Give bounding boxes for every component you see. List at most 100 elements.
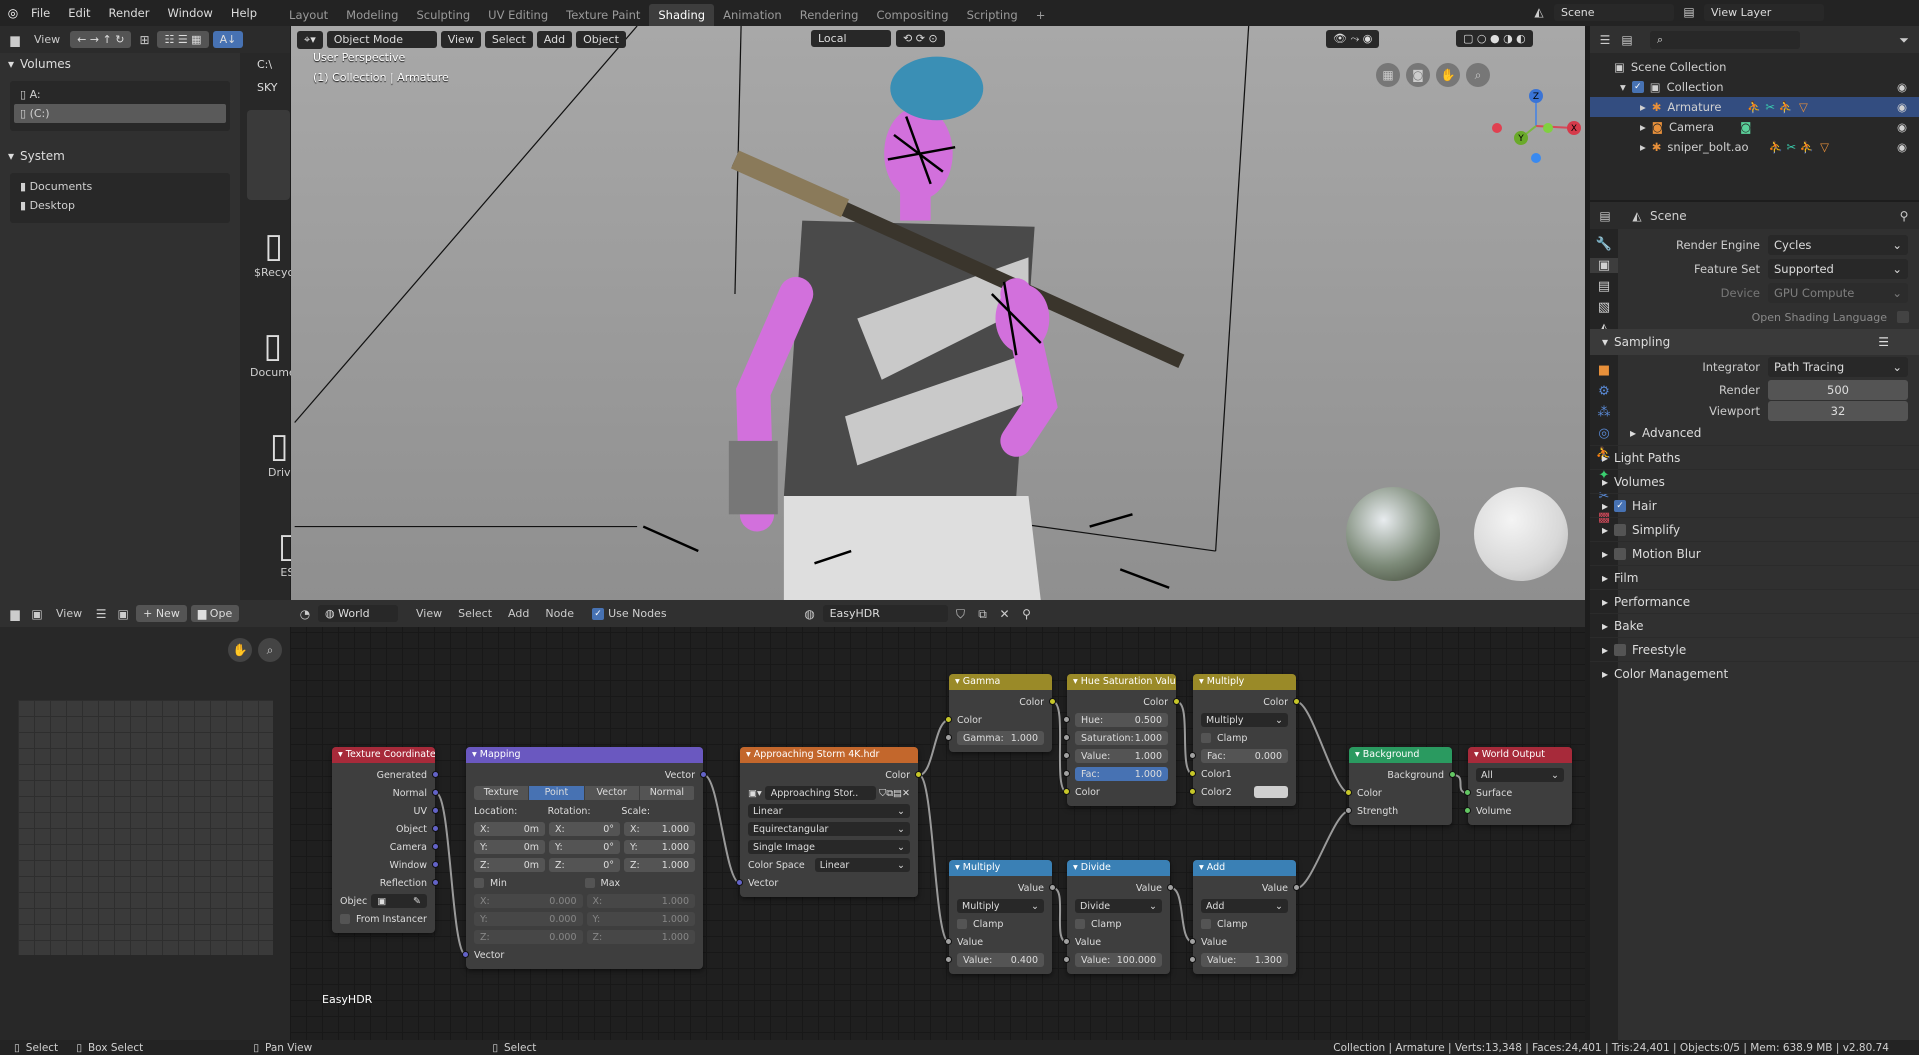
vector-component-field[interactable]: Z: 0m — [474, 858, 545, 872]
vector-component-field[interactable]: Y: 0° — [549, 840, 620, 854]
dropdown[interactable]: Add ⌄ — [1201, 899, 1288, 913]
zoom-icon[interactable]: ⌕ — [1466, 63, 1490, 87]
file-item[interactable]: ▯ Docume — [250, 326, 296, 379]
panel-checkbox[interactable] — [1614, 523, 1627, 536]
panel-checkbox[interactable] — [1614, 643, 1627, 656]
render-engine-select[interactable]: Cycles ⌄ — [1768, 235, 1908, 255]
duplicate-icon[interactable]: ⧉ — [974, 605, 992, 623]
presets-icon[interactable]: ☰ — [1878, 335, 1889, 349]
viewport-view-menu[interactable]: View — [440, 31, 481, 48]
pivot-snap-icons[interactable]: ⟲ ⟳ ⊙ — [896, 30, 945, 47]
node-link[interactable] — [1170, 887, 1194, 943]
new-image-button[interactable]: + New — [136, 605, 187, 622]
image-action-icons[interactable]: ⛉⧉▤✕ — [879, 788, 910, 799]
node-header[interactable]: ▾ Add — [1193, 860, 1296, 876]
node-link[interactable] — [703, 774, 741, 884]
node-header[interactable]: ▾ Gamma — [949, 674, 1052, 690]
render-samples-field[interactable]: 500 — [1768, 379, 1908, 400]
expand-icon[interactable]: ▾ — [1620, 80, 1626, 94]
node-header[interactable]: ▾ Approaching Storm 4K.hdr — [740, 747, 918, 763]
node-editor[interactable]: ◔ ◍ World View Select Add Node ✓ Use Nod… — [290, 600, 1585, 1040]
tab-compositing[interactable]: Compositing — [867, 4, 957, 26]
vector-component-field[interactable]: X: 1.000 — [624, 822, 695, 836]
vector-component-field[interactable]: Y: 0.000 — [474, 912, 583, 926]
volumes-panel-header[interactable]: ▾ Volumes — [0, 53, 240, 75]
viewport-select-menu[interactable]: Select — [484, 31, 533, 48]
panel-color-management[interactable]: ▸ Color Management — [1590, 661, 1919, 685]
dropdown[interactable]: All ⌄ — [1476, 768, 1564, 782]
node-select-menu[interactable]: Select — [452, 605, 498, 622]
file-item[interactable]: ▯ Driv — [268, 426, 291, 479]
checkbox[interactable] — [474, 878, 484, 888]
tab-rendering[interactable]: Rendering — [791, 4, 868, 26]
socket-shader[interactable] — [1464, 807, 1471, 814]
particles-tab-icon[interactable]: ⁂ — [1598, 405, 1611, 420]
vector-component-field[interactable]: X: 0.000 — [474, 894, 583, 908]
socket-vec[interactable] — [700, 771, 707, 778]
vector-component-field[interactable]: Z: 0.000 — [474, 930, 583, 944]
path-button-sky[interactable]: SKY — [250, 79, 285, 96]
socket-col[interactable] — [1049, 698, 1056, 705]
socket-float[interactable] — [945, 956, 952, 963]
panel-checkbox[interactable] — [1614, 547, 1627, 560]
editor-type-button[interactable]: ⌖▾ — [297, 30, 323, 49]
node-multiply[interactable]: ▾ Multiply Value Multiply ⌄ Clamp Value Value:… — [945, 860, 1056, 974]
dropdown[interactable]: Single Image ⌄ — [748, 840, 910, 854]
scene-selector[interactable]: Scene — [1554, 3, 1674, 21]
image-canvas[interactable] — [18, 700, 273, 955]
path-button-c[interactable]: C:\ — [250, 56, 280, 73]
socket-float[interactable] — [1063, 956, 1070, 963]
tab-layout[interactable]: Layout — [280, 4, 337, 26]
node-link[interactable] — [1296, 810, 1350, 889]
open-image-button[interactable]: ▆ Ope — [190, 605, 240, 622]
zoom-icon[interactable]: ⌕ — [258, 638, 282, 662]
panel-checkbox[interactable]: ✓ — [1614, 499, 1627, 512]
viewport-object-menu[interactable]: Object — [576, 31, 626, 48]
socket-col[interactable] — [1063, 788, 1070, 795]
menu-edit[interactable]: Edit — [59, 6, 99, 20]
tab-uv-editing[interactable]: UV Editing — [479, 4, 557, 26]
view-menu[interactable]: View — [28, 31, 66, 48]
value-field[interactable]: Fac: 1.000 — [1075, 767, 1168, 781]
value-field[interactable]: Hue: 0.500 — [1075, 713, 1168, 727]
pan-hand-icon[interactable]: ✋ — [1436, 63, 1460, 87]
camera-view-icon[interactable]: ◙ — [1406, 63, 1430, 87]
socket-shader[interactable] — [1449, 771, 1456, 778]
menu-file[interactable]: File — [22, 6, 59, 20]
socket-float[interactable] — [945, 734, 952, 741]
value-field[interactable]: Value: 1.300 — [1201, 953, 1288, 967]
node-world-output[interactable]: ▾ World Output All ⌄ Surface Volume — [1464, 747, 1572, 825]
socket-float[interactable] — [1063, 734, 1070, 741]
object-tab-icon[interactable]: ■ — [1598, 363, 1610, 378]
tool-tab-icon[interactable]: 🔧 — [1596, 237, 1612, 252]
feature-set-select[interactable]: Supported ⌄ — [1768, 259, 1908, 279]
node-link[interactable] — [918, 774, 950, 943]
osl-checkbox[interactable] — [1897, 311, 1909, 323]
world-name-field[interactable]: EasyHDR — [822, 605, 948, 622]
nav-buttons[interactable]: ← → ↑ ↻ — [70, 31, 132, 48]
mapping-type-point[interactable]: Point — [529, 786, 584, 800]
use-nodes-checkbox[interactable]: ✓ — [592, 607, 605, 620]
output-tab-icon[interactable]: ▤ — [1598, 279, 1610, 294]
world-browse-icon[interactable]: ◍ — [801, 605, 819, 623]
dropdown[interactable]: Divide ⌄ — [1075, 899, 1162, 913]
socket-float[interactable] — [1063, 938, 1070, 945]
socket-col[interactable] — [945, 716, 952, 723]
node-header[interactable]: ▾ Multiply — [949, 860, 1052, 876]
viewport-add-menu[interactable]: Add — [536, 31, 573, 48]
file-item[interactable]: ▯ $Recyc — [254, 226, 294, 279]
value-field[interactable]: Value: 1.000 — [1075, 749, 1168, 763]
parent-folder-tile[interactable] — [247, 110, 290, 200]
socket-float[interactable] — [1063, 716, 1070, 723]
socket-float[interactable] — [1049, 884, 1056, 891]
socket-float[interactable] — [1167, 884, 1174, 891]
socket-vec[interactable] — [462, 951, 469, 958]
socket-float[interactable] — [1189, 956, 1196, 963]
shading-mode-icons[interactable]: ▢ ○ ● ◑ ◐ — [1456, 30, 1533, 47]
mode-selector[interactable]: Object Mode — [326, 31, 437, 48]
socket-vec[interactable] — [432, 861, 439, 868]
vector-component-field[interactable]: X: 0m — [474, 822, 545, 836]
axis-gizmo[interactable]: Z X Y — [1491, 56, 1581, 166]
collection-row[interactable]: ▾ ✓ ▣ Collection ◉ — [1590, 77, 1919, 97]
socket-col[interactable] — [1189, 788, 1196, 795]
